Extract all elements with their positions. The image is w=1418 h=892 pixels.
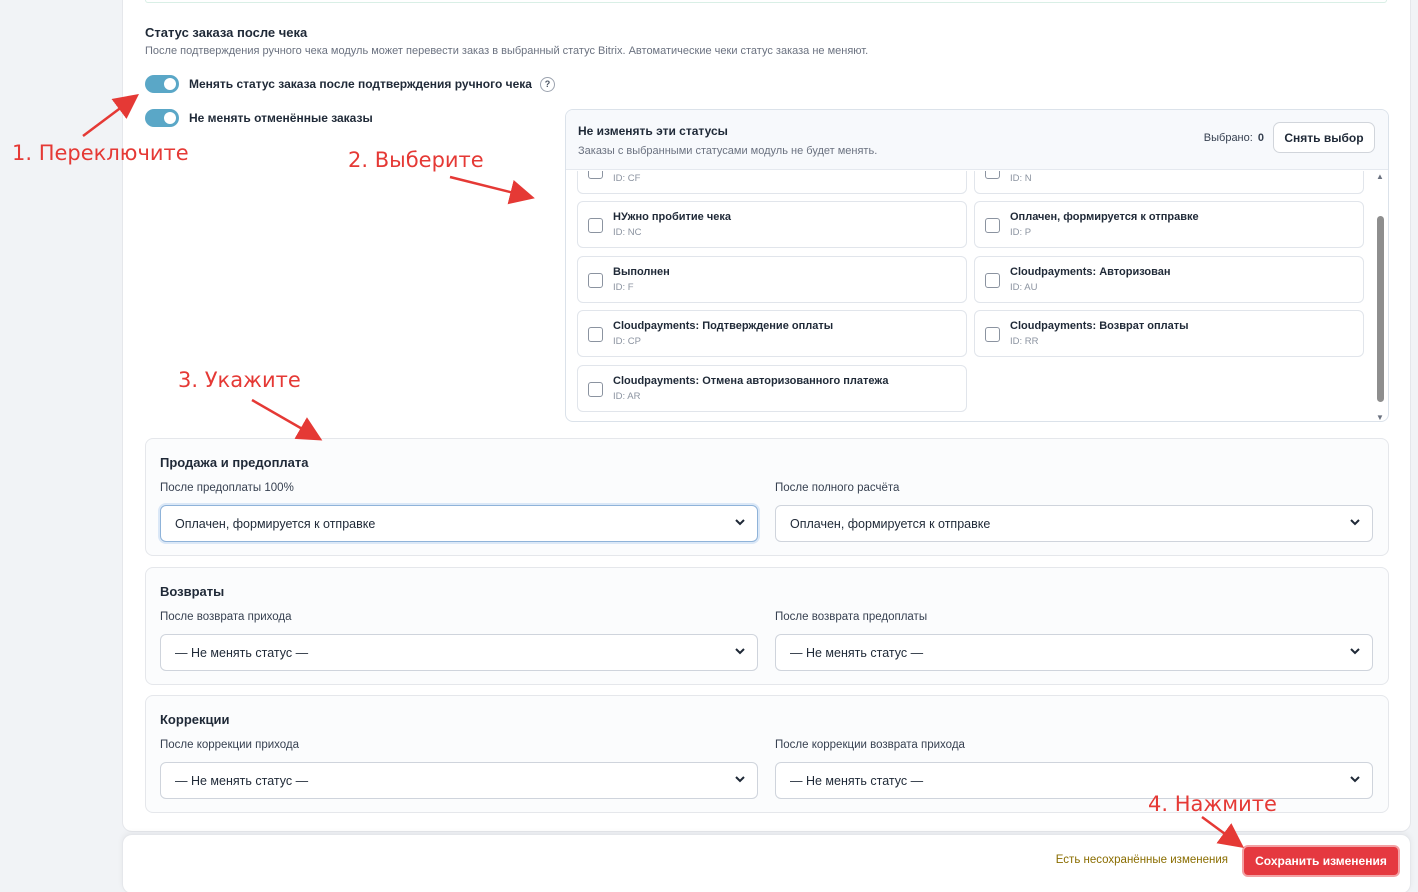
group-refunds: Возвраты После возврата прихода — Не мен… <box>145 567 1389 685</box>
field-label: После возврата прихода <box>160 611 292 623</box>
status-option-nc[interactable]: НУжно пробитие чека ID: NC <box>577 201 967 248</box>
clear-selection-button[interactable]: Снять выбор <box>1273 122 1375 153</box>
field-label: После коррекции прихода <box>160 739 300 751</box>
unsaved-changes-notice: Есть несохранённые изменения <box>1055 854 1228 866</box>
chevron-down-icon <box>735 776 745 783</box>
status-option-cf[interactable]: ID: CF <box>577 171 967 194</box>
previous-block-edge <box>145 0 1387 3</box>
group-title: Коррекции <box>160 712 230 727</box>
field-label: После предоплаты 100% <box>160 482 294 494</box>
status-checkbox[interactable] <box>985 327 1000 342</box>
save-bar: Есть несохранённые изменения Сохранить и… <box>122 834 1411 892</box>
chevron-down-icon <box>1350 519 1360 526</box>
status-checkbox[interactable] <box>588 273 603 288</box>
status-option-p[interactable]: Оплачен, формируется к отправке ID: P <box>974 201 1364 248</box>
scroll-up-icon[interactable]: ▲ <box>1376 172 1384 181</box>
annotation-step-3: 3. Укажите <box>178 368 301 392</box>
skip-cancelled-toggle-label: Не менять отменённые заказы <box>189 111 373 125</box>
status-list-scrollbar[interactable]: ▲ ▼ <box>1375 172 1385 421</box>
chevron-down-icon <box>1350 776 1360 783</box>
field-label: После коррекции возврата прихода <box>775 739 965 751</box>
status-checkbox[interactable] <box>588 218 603 233</box>
group-title: Возвраты <box>160 584 225 599</box>
after-prepayment-refund-select[interactable]: — Не менять статус — <box>775 634 1373 671</box>
excluded-statuses-header: Не изменять эти статусы Заказы с выбранн… <box>566 110 1388 170</box>
chevron-down-icon <box>735 519 745 526</box>
toggle-row-skip-cancelled: Не менять отменённые заказы <box>145 109 373 127</box>
skip-cancelled-toggle[interactable] <box>145 109 179 127</box>
status-option-n[interactable]: ID: N <box>974 171 1364 194</box>
excluded-statuses-title: Не изменять эти статусы <box>578 124 728 138</box>
status-checkbox[interactable] <box>588 327 603 342</box>
status-option-cp[interactable]: Cloudpayments: Подтверждение оплаты ID: … <box>577 310 967 357</box>
status-checkbox[interactable] <box>985 171 1000 179</box>
status-option-ar[interactable]: Cloudpayments: Отмена авторизованного пл… <box>577 365 967 412</box>
section-description: После подтверждения ручного чека модуль … <box>145 45 869 57</box>
annotation-step-4: 4. Нажмите <box>1148 792 1277 816</box>
chevron-down-icon <box>1350 648 1360 655</box>
after-income-correction-select[interactable]: — Не менять статус — <box>160 762 758 799</box>
after-income-refund-select[interactable]: — Не менять статус — <box>160 634 758 671</box>
annotation-step-1: 1. Переключите <box>12 141 189 165</box>
after-full-payment-select[interactable]: Оплачен, формируется к отправке <box>775 505 1373 542</box>
status-option-rr[interactable]: Cloudpayments: Возврат оплаты ID: RR <box>974 310 1364 357</box>
help-icon[interactable]: ? <box>539 76 555 92</box>
status-option-f[interactable]: Выполнен ID: F <box>577 256 967 303</box>
status-checkbox[interactable] <box>985 273 1000 288</box>
status-options-list[interactable]: ID: CF ID: N НУжно пробитие чека ID: NC … <box>566 171 1376 421</box>
after-refund-correction-select[interactable]: — Не менять статус — <box>775 762 1373 799</box>
chevron-down-icon <box>735 648 745 655</box>
field-label: После возврата предоплаты <box>775 611 928 623</box>
excluded-statuses-panel: Не изменять эти статусы Заказы с выбранн… <box>565 109 1389 422</box>
status-checkbox[interactable] <box>985 218 1000 233</box>
scrollbar-thumb[interactable] <box>1377 216 1384 402</box>
group-title: Продажа и предоплата <box>160 455 309 470</box>
scroll-down-icon[interactable]: ▼ <box>1376 413 1384 421</box>
selected-count: Выбрано: 0 <box>1203 132 1264 144</box>
status-option-au[interactable]: Cloudpayments: Авторизован ID: AU <box>974 256 1364 303</box>
excluded-statuses-subtitle: Заказы с выбранными статусами модуль не … <box>578 145 878 157</box>
section-title: Статус заказа после чека <box>145 25 308 40</box>
after-prepayment-select[interactable]: Оплачен, формируется к отправке <box>160 505 758 542</box>
field-label: После полного расчёта <box>775 482 900 494</box>
change-status-toggle-label: Менять статус заказа после подтверждения… <box>189 77 532 91</box>
group-sale-prepayment: Продажа и предоплата После предоплаты 10… <box>145 438 1389 556</box>
toggle-row-change-status: Менять статус заказа после подтверждения… <box>145 75 555 93</box>
change-status-toggle[interactable] <box>145 75 179 93</box>
status-checkbox[interactable] <box>588 171 603 179</box>
save-changes-button[interactable]: Сохранить изменения <box>1242 845 1400 877</box>
annotation-step-2: 2. Выберите <box>348 148 484 172</box>
status-checkbox[interactable] <box>588 382 603 397</box>
selected-count-value: 0 <box>1257 132 1264 144</box>
